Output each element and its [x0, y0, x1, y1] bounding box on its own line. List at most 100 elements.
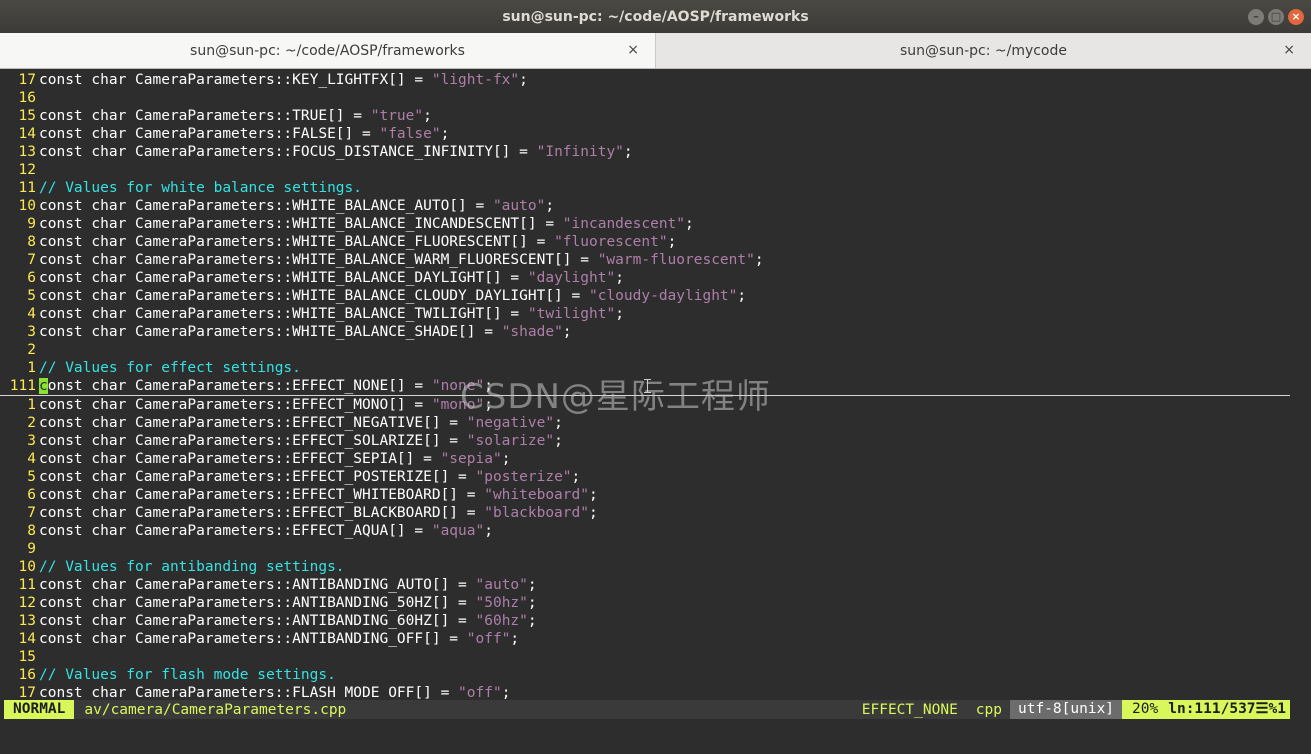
- code-terminator: ;: [501, 451, 511, 467]
- line-text: const char CameraParameters::EFFECT_POST…: [39, 468, 580, 486]
- code-line[interactable]: 9 const char CameraParameters::WHITE_BALA…: [0, 215, 1290, 233]
- code-line[interactable]: 15: [0, 648, 1290, 666]
- line-number: 6: [27, 270, 36, 286]
- code-line[interactable]: 3 const char CameraParameters::WHITE_BALA…: [0, 323, 1290, 341]
- line-text: const char CameraParameters::WHITE_BALAN…: [39, 197, 554, 215]
- tab-close-icon[interactable]: ×: [627, 42, 639, 58]
- line-text: const char CameraParameters::FOCUS_DISTA…: [39, 143, 633, 161]
- string-literal: "daylight": [527, 270, 616, 286]
- code-terminator: ;: [423, 108, 432, 124]
- code-line[interactable]: 5 const char CameraParameters::WHITE_BALA…: [0, 287, 1290, 305]
- code-line[interactable]: 7 const char CameraParameters::WHITE_BALA…: [0, 251, 1290, 269]
- line-text: const char CameraParameters::KEY_LIGHTFX…: [39, 71, 528, 89]
- line-text: const char CameraParameters::TRUE[] = "t…: [39, 107, 432, 125]
- code-line[interactable]: 16// Values for flash mode settings.: [0, 666, 1290, 684]
- code-line[interactable]: 4 const char CameraParameters::WHITE_BALA…: [0, 305, 1290, 323]
- close-window-button[interactable]: ×: [1288, 9, 1304, 25]
- code-terminator: ;: [562, 324, 572, 340]
- tab-label: sun@sun-pc: ~/code/AOSP/frameworks: [190, 42, 465, 59]
- line-number: 17: [18, 72, 36, 88]
- file-path: av/camera/CameraParameters.cpp: [84, 701, 347, 718]
- code-line[interactable]: 12 const char CameraParameters::ANTIBANDI…: [0, 594, 1290, 612]
- code-line[interactable]: 17 const char CameraParameters::KEY_LIGHT…: [0, 71, 1290, 89]
- current-tag: EFFECT_NONE: [861, 701, 958, 718]
- code-line[interactable]: 6 const char CameraParameters::WHITE_BALA…: [0, 269, 1290, 287]
- line-text: const char CameraParameters::ANTIBANDING…: [39, 630, 519, 648]
- code-declaration: const char CameraParameters::WHITE_BALAN…: [39, 270, 528, 286]
- code-line[interactable]: 14 const char CameraParameters::FALSE[] =…: [0, 125, 1290, 143]
- string-literal: "fluorescent": [554, 234, 668, 250]
- line-text: // Values for white balance settings.: [39, 179, 362, 197]
- line-number: 10: [18, 198, 36, 214]
- terminal-tabs: sun@sun-pc: ~/code/AOSP/frameworks × sun…: [0, 33, 1311, 69]
- string-literal: "aqua": [431, 523, 485, 539]
- code-declaration: const char CameraParameters::EFFECT_POST…: [39, 469, 476, 485]
- code-line[interactable]: 8 const char CameraParameters::EFFECT_AQU…: [0, 522, 1290, 540]
- line-number: 2: [27, 415, 36, 431]
- line-text: const char CameraParameters::ANTIBANDING…: [39, 612, 537, 630]
- line-text: const char CameraParameters::WHITE_BALAN…: [39, 233, 676, 251]
- code-terminator: ;: [545, 198, 555, 214]
- code-line[interactable]: 8 const char CameraParameters::WHITE_BALA…: [0, 233, 1290, 251]
- line-number: 13: [18, 144, 36, 160]
- tab-frameworks[interactable]: sun@sun-pc: ~/code/AOSP/frameworks ×: [0, 33, 656, 68]
- code-line[interactable]: 2: [0, 341, 1290, 359]
- code-line[interactable]: 3 const char CameraParameters::EFFECT_SOL…: [0, 432, 1290, 450]
- string-literal: "posterize": [475, 469, 572, 485]
- vim-command-line[interactable]: [0, 719, 1311, 754]
- mode-indicator: NORMAL: [4, 700, 75, 719]
- line-number: 8: [27, 523, 36, 539]
- code-line[interactable]: 14 const char CameraParameters::ANTIBANDI…: [0, 630, 1290, 648]
- code-declaration: const char CameraParameters::FALSE[] =: [39, 126, 380, 142]
- tab-mycode[interactable]: sun@sun-pc: ~/mycode ×: [656, 33, 1311, 68]
- code-terminator: ;: [571, 469, 581, 485]
- code-line[interactable]: 13 const char CameraParameters::FOCUS_DIS…: [0, 143, 1290, 161]
- code-line[interactable]: 11// Values for white balance settings.: [0, 179, 1290, 197]
- minimize-button[interactable]: –: [1248, 9, 1264, 25]
- code-declaration: const char CameraParameters::FOCUS_DISTA…: [39, 144, 537, 160]
- code-terminator: ;: [527, 595, 537, 611]
- string-literal: "false": [379, 126, 441, 142]
- code-line[interactable]: 5 const char CameraParameters::EFFECT_POS…: [0, 468, 1290, 486]
- tab-close-icon[interactable]: ×: [1283, 42, 1295, 58]
- code-terminator: ;: [527, 577, 537, 593]
- code-declaration: const char CameraParameters::EFFECT_SEPI…: [39, 451, 441, 467]
- line-text: const char CameraParameters::WHITE_BALAN…: [39, 305, 624, 323]
- code-line[interactable]: 10 const char CameraParameters::WHITE_BAL…: [0, 197, 1290, 215]
- window-titlebar[interactable]: sun@sun-pc: ~/code/AOSP/frameworks – □ ×: [0, 0, 1311, 33]
- code-terminator: ;: [484, 523, 493, 539]
- scroll-percent: 20%: [1122, 700, 1159, 719]
- code-declaration: const char CameraParameters::FLASH_MODE_…: [39, 685, 459, 701]
- code-line[interactable]: 4 const char CameraParameters::EFFECT_SEP…: [0, 450, 1290, 468]
- code-line[interactable]: 10// Values for antibanding settings.: [0, 558, 1290, 576]
- code-line[interactable]: 12: [0, 161, 1290, 179]
- code-line[interactable]: 7 const char CameraParameters::EFFECT_BLA…: [0, 504, 1290, 522]
- code-comment: // Values for effect settings.: [39, 360, 301, 376]
- string-literal: "solarize": [466, 433, 555, 449]
- line-text: const char CameraParameters::EFFECT_WHIT…: [39, 486, 598, 504]
- code-declaration: const char CameraParameters::EFFECT_AQUA…: [39, 523, 432, 539]
- cursor-position: ln:111/537☰%1: [1158, 700, 1290, 719]
- terminal-area[interactable]: 17 const char CameraParameters::KEY_LIGHT…: [0, 69, 1311, 754]
- code-comment: // Values for flash mode settings.: [39, 667, 336, 683]
- line-text: // Values for antibanding settings.: [39, 558, 345, 576]
- line-text: const char CameraParameters::EFFECT_SEPI…: [39, 450, 510, 468]
- maximize-button[interactable]: □: [1268, 9, 1284, 25]
- code-line[interactable]: 15 const char CameraParameters::TRUE[] = …: [0, 107, 1290, 125]
- string-literal: "sepia": [440, 451, 502, 467]
- string-literal: "off": [458, 685, 502, 701]
- code-terminator: ;: [623, 144, 633, 160]
- code-declaration: const char CameraParameters::EFFECT_MONO…: [39, 397, 432, 413]
- code-line[interactable]: 9: [0, 540, 1290, 558]
- code-line[interactable]: 6 const char CameraParameters::EFFECT_WHI…: [0, 486, 1290, 504]
- code-line[interactable]: 11 const char CameraParameters::ANTIBANDI…: [0, 576, 1290, 594]
- code-line[interactable]: 13 const char CameraParameters::ANTIBANDI…: [0, 612, 1290, 630]
- line-number: 5: [27, 288, 36, 304]
- code-terminator: ;: [554, 433, 563, 449]
- code-terminator: ;: [737, 288, 747, 304]
- code-line[interactable]: 16: [0, 89, 1290, 107]
- line-number: 1: [27, 397, 36, 413]
- code-terminator: ;: [754, 252, 764, 268]
- code-terminator: ;: [667, 234, 677, 250]
- line-number: 16: [18, 667, 36, 683]
